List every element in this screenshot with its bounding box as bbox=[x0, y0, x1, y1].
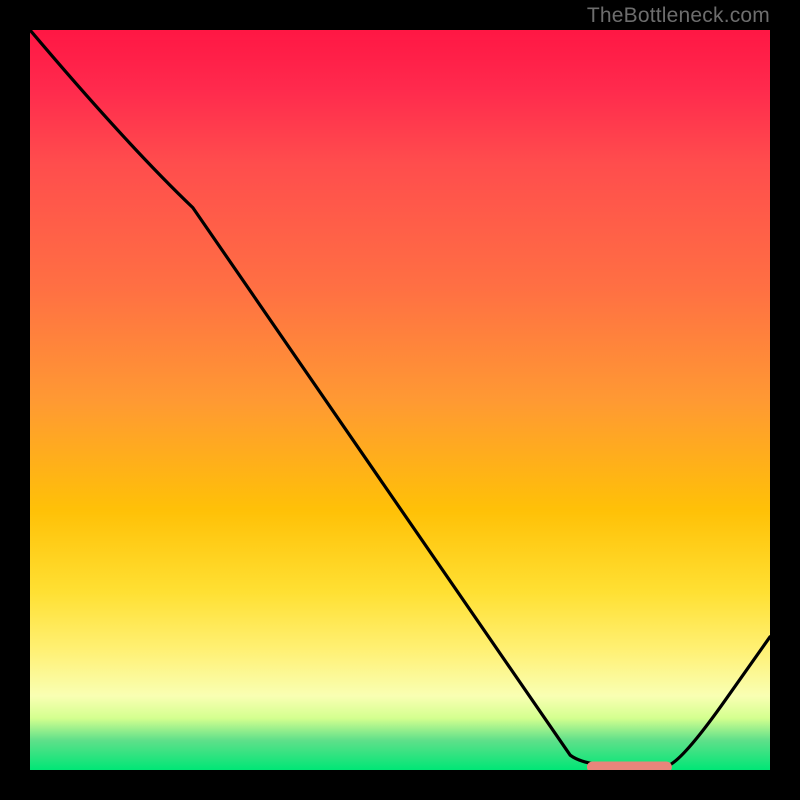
watermark-text: TheBottleneck.com bbox=[587, 4, 770, 28]
chart-svg bbox=[30, 30, 770, 770]
chart-container: TheBottleneck.com bbox=[0, 0, 800, 800]
plot-area bbox=[30, 30, 770, 770]
bottleneck-curve bbox=[30, 30, 770, 766]
